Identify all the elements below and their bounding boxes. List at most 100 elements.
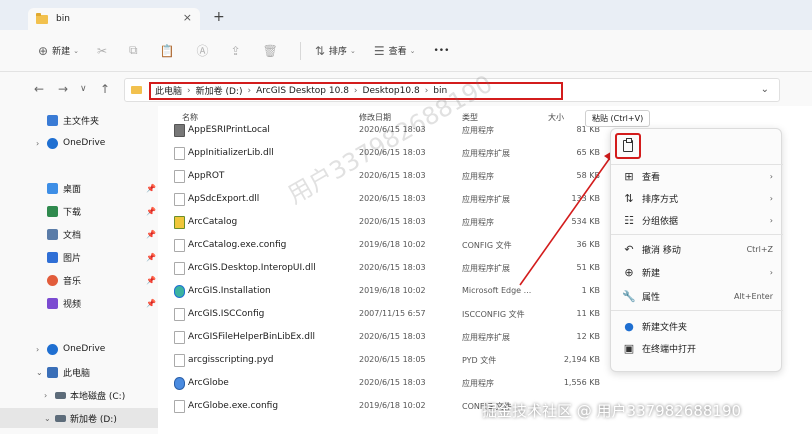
sidebar-item-videos[interactable]: 视频 📌 [0,293,158,313]
file-type: 应用程序 [462,379,494,388]
file-date: 2019/6/18 10:02 [359,286,426,295]
sidebar-item-label: 视频 [63,299,82,310]
file-type: Microsoft Edge ... [462,286,532,295]
new-button[interactable]: ⊕ 新建 ⌄ [38,44,79,58]
chevron-down-icon: ⌄ [73,46,79,55]
edge-icon [174,285,185,298]
menu-item-new-folder[interactable]: ● 新建文件夹 [611,315,783,337]
file-size: 11 KB [576,309,600,318]
pin-icon[interactable]: 📌 [146,184,156,193]
sort-icon: ⇅ [314,43,325,58]
menu-item-view[interactable]: ⊞ 查看 › [611,165,783,187]
new-folder-icon: ● [624,319,634,333]
pin-icon[interactable]: 📌 [146,299,156,308]
pin-icon[interactable]: 📌 [146,207,156,216]
file-size: 51 KB [576,263,600,272]
sidebar-item-label: OneDrive [63,138,106,148]
sidebar-item-desktop[interactable]: 桌面 📌 [0,178,158,198]
cut-button[interactable]: ✂ [97,44,111,58]
sidebar-item-onedrive-2[interactable]: › OneDrive [0,339,158,359]
file-type: 应用程序扩展 [462,149,510,158]
dll-file-icon [174,331,185,344]
file-row[interactable]: ArcGlobe 2020/6/15 18:03 应用程序 1,556 KB [158,373,612,396]
expand-icon[interactable]: › [36,345,39,354]
new-tab-button[interactable]: + [213,9,225,25]
close-tab-icon[interactable]: × [183,11,192,24]
file-type: 应用程序 [462,126,494,135]
file-name: AppInitializerLib.dll [188,148,274,158]
file-name: ArcGIS.ISCConfig [188,309,265,319]
menu-item-undo[interactable]: ↶ 撤消 移动 Ctrl+Z [611,238,783,260]
menu-item-label: 在终端中打开 [642,344,697,355]
rename-button[interactable]: Ⓐ [197,42,213,59]
menu-item-open-terminal[interactable]: ▣ 在终端中打开 [611,337,783,359]
crumb-arcgis[interactable]: ArcGIS Desktop 10.8 [256,86,349,96]
share-icon: ⇪ [230,43,241,58]
file-row[interactable]: AppROT 2020/6/15 18:03 应用程序 58 KB [158,166,612,189]
crumb-drive-d[interactable]: 新加卷 (D:) [196,84,243,97]
file-date: 2020/6/15 18:03 [359,125,426,134]
address-bar[interactable]: 此电脑 › 新加卷 (D:) › ArcGIS Desktop 10.8 › D… [124,78,780,102]
file-row[interactable]: arcgisscripting.pyd 2020/6/15 18:05 PYD … [158,350,612,373]
file-row[interactable]: ArcGISFileHelperBinLibEx.dll 2020/6/15 1… [158,327,612,350]
more-button[interactable]: ••• [433,46,449,56]
file-row[interactable]: ArcGIS.Desktop.InteropUI.dll 2020/6/15 1… [158,258,612,281]
paste-tooltip: 粘贴 (Ctrl+V) [585,110,651,127]
share-button[interactable]: ⇪ [231,44,245,58]
crumb-bin[interactable]: bin [433,86,447,96]
menu-item-sort[interactable]: ⇅ 排序方式 › [611,187,783,209]
back-icon[interactable]: ← [34,82,44,96]
delete-button[interactable]: 🗑 [263,44,282,58]
sidebar-item-documents[interactable]: 文档 📌 [0,224,158,244]
sidebar-item-drive-c[interactable]: › 本地磁盘 (C:) [0,385,158,405]
collapse-icon[interactable]: ⌄ [44,414,51,423]
folder-icon [131,86,142,94]
wrench-icon: 🔧 [622,289,636,303]
paste-menu-button[interactable] [615,133,641,159]
new-icon: ⊕ [624,265,634,279]
menu-item-properties[interactable]: 🔧 属性 Alt+Enter [611,285,783,307]
file-row[interactable]: AppInitializerLib.dll 2020/6/15 18:03 应用… [158,143,612,166]
tab-bin[interactable]: bin × [28,8,200,30]
sidebar-item-onedrive[interactable]: › OneDrive [0,133,158,153]
sidebar-item-music[interactable]: 音乐 📌 [0,270,158,290]
file-row[interactable]: ArcCatalog 2020/6/15 18:03 应用程序 534 KB [158,212,612,235]
menu-item-label: 撤消 移动 [642,245,681,256]
file-row[interactable]: ArcCatalog.exe.config 2019/6/18 10:02 CO… [158,235,612,258]
sidebar-item-downloads[interactable]: 下载 📌 [0,201,158,221]
sort-button[interactable]: ⇅ 排序 ⌄ [315,44,356,58]
expand-icon[interactable]: › [36,139,39,148]
submenu-chevron-icon: › [769,171,773,181]
pin-icon[interactable]: 📌 [146,253,156,262]
chevron-down-icon: ⌄ [409,46,416,55]
copy-button[interactable]: ⧉ [129,43,142,58]
forward-icon[interactable]: → [58,82,68,96]
file-name: AppESRIPrintLocal [188,125,270,135]
collapse-icon[interactable]: ⌄ [36,368,43,377]
menu-item-new[interactable]: ⊕ 新建 › [611,261,783,283]
sidebar-item-this-pc[interactable]: ⌄ 此电脑 [0,362,158,382]
view-button[interactable]: ☰ 查看 ⌄ [374,44,416,58]
crumb-desktop[interactable]: Desktop10.8 [363,86,420,96]
sidebar-item-drive-d[interactable]: ⌄ 新加卷 (D:) [0,408,158,428]
address-dropdown-icon[interactable]: ⌄ [761,84,769,95]
pin-icon[interactable]: 📌 [146,276,156,285]
paste-button[interactable]: 📋 [160,44,179,58]
menu-item-group[interactable]: ☷ 分组依据 › [611,209,783,231]
shortcut-label: Ctrl+Z [746,244,773,254]
sidebar-item-home[interactable]: 主文件夹 [0,110,158,130]
expand-icon[interactable]: › [44,391,47,400]
pin-icon[interactable]: 📌 [146,230,156,239]
sidebar-item-label: 图片 [63,253,82,264]
folder-icon [36,12,48,24]
file-row[interactable]: ApSdcExport.dll 2020/6/15 18:03 应用程序扩展 1… [158,189,612,212]
file-date: 2020/6/15 18:03 [359,194,426,203]
file-size: 2,194 KB [563,355,600,364]
file-row[interactable]: ArcGIS.ISCConfig 2007/11/15 6:57 ISCCONF… [158,304,612,327]
sidebar-item-pictures[interactable]: 图片 📌 [0,247,158,267]
file-row[interactable]: ArcGIS.Installation 2019/6/18 10:02 Micr… [158,281,612,304]
file-row[interactable]: AppESRIPrintLocal 2020/6/15 18:03 应用程序 8… [158,120,612,143]
crumb-this-pc[interactable]: 此电脑 [155,84,182,97]
recent-chevron-icon[interactable]: ∨ [80,84,87,94]
up-icon[interactable]: ↑ [100,82,110,96]
